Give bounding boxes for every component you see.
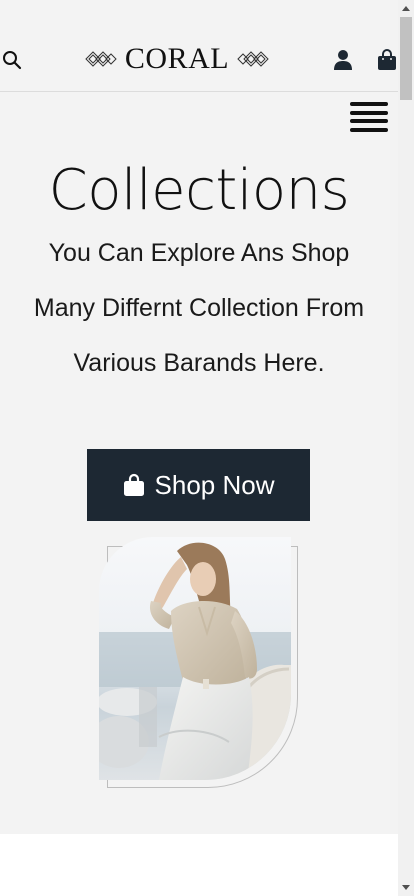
hero-image bbox=[99, 537, 291, 780]
scroll-up-arrow-icon[interactable] bbox=[398, 0, 414, 16]
menu-bar bbox=[350, 127, 388, 132]
menu-bar bbox=[350, 102, 388, 106]
hero-title: Collections bbox=[48, 158, 350, 223]
shop-now-label: Shop Now bbox=[154, 469, 275, 500]
shop-now-button[interactable]: Shop Now bbox=[87, 449, 310, 521]
account-button[interactable] bbox=[332, 48, 354, 72]
scrollbar-thumb[interactable] bbox=[400, 17, 412, 100]
diamond-ornament-icon bbox=[237, 51, 269, 67]
diamond-ornament-icon bbox=[85, 51, 117, 67]
menu-bar bbox=[350, 110, 388, 115]
site-header: CORAL bbox=[0, 0, 398, 92]
hero-subtitle: You Can Explore Ans Shop Many Differnt C… bbox=[33, 239, 365, 377]
shopping-bag-icon bbox=[378, 49, 396, 70]
brand-name: CORAL bbox=[124, 42, 230, 75]
vertical-scrollbar[interactable] bbox=[398, 0, 414, 896]
hamburger-menu-icon[interactable] bbox=[348, 100, 390, 134]
brand-logo[interactable]: CORAL bbox=[0, 38, 354, 80]
model-photo bbox=[99, 537, 291, 780]
shopping-bag-icon bbox=[123, 473, 144, 496]
scroll-down-arrow-icon[interactable] bbox=[398, 880, 414, 896]
user-icon bbox=[334, 50, 352, 70]
content-section bbox=[0, 834, 398, 896]
cart-button[interactable] bbox=[376, 48, 398, 72]
page: CORAL Collections You Can Explore Ans Sh… bbox=[0, 0, 398, 896]
menu-bar bbox=[350, 119, 388, 124]
